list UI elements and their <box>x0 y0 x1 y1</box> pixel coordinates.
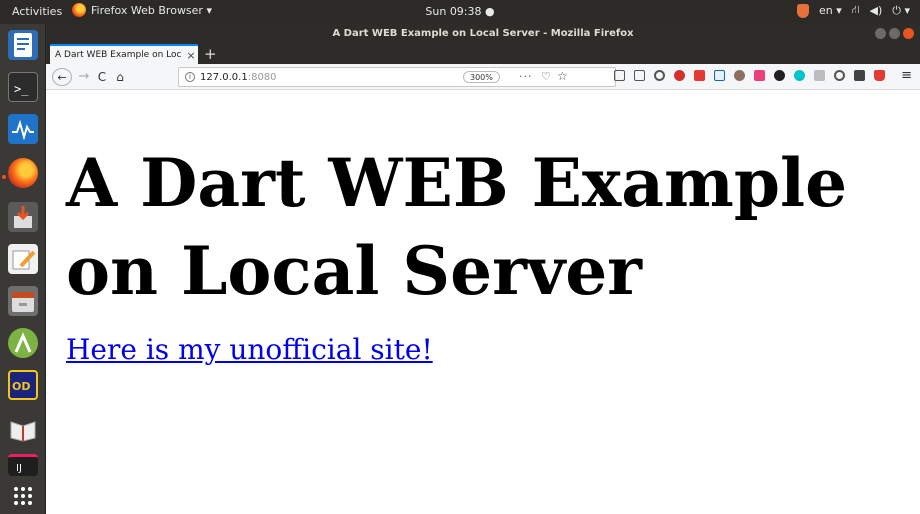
reload-button[interactable]: C <box>94 68 110 86</box>
page-heading: A Dart WEB Example on Local Server <box>66 139 896 315</box>
language-indicator[interactable]: en ▾ <box>819 4 842 17</box>
screenshot-icon[interactable] <box>714 70 725 81</box>
extension-rec-icon[interactable] <box>694 70 705 81</box>
extension-pink-icon[interactable] <box>754 70 765 81</box>
window-controls <box>875 28 914 39</box>
unofficial-site-link[interactable]: Here is my unofficial site! <box>66 333 433 366</box>
maximize-button[interactable] <box>889 28 900 39</box>
extension-red-icon[interactable] <box>674 70 685 81</box>
show-applications-icon[interactable] <box>8 484 38 514</box>
system-tray[interactable]: en ▾ ⛙ ◀) ⏻ ▾ <box>797 3 910 18</box>
pocket-icon[interactable]: ♡ <box>541 70 551 83</box>
minimize-button[interactable] <box>875 28 886 39</box>
firefox-icon <box>72 3 86 17</box>
page-content: A Dart WEB Example on Local Server Here … <box>46 91 920 514</box>
dock: >_ OD IJ <box>0 24 46 514</box>
top-panel: Activities Firefox Web Browser ▾ Sun 09:… <box>0 0 920 24</box>
terminal-icon[interactable]: >_ <box>8 72 38 102</box>
dart-app-icon[interactable]: OD <box>8 370 38 400</box>
text-editor-icon[interactable] <box>8 244 38 274</box>
zoom-level-badge[interactable]: 300% <box>463 71 500 83</box>
page-actions-icon[interactable]: ··· <box>519 70 533 83</box>
svg-text:>_: >_ <box>14 82 29 96</box>
tab-close-icon[interactable]: × <box>184 49 198 62</box>
page-heading-line1: A Dart WEB Example <box>66 144 848 222</box>
extension-teal-icon[interactable] <box>794 70 805 81</box>
bookmark-star-icon[interactable]: ☆ <box>557 69 568 83</box>
window-title: A Dart WEB Example on Local Server - Moz… <box>332 28 634 39</box>
sidebar-icon[interactable] <box>634 70 645 81</box>
activities-button[interactable]: Activities <box>12 5 62 18</box>
active-app-indicator <box>2 175 6 179</box>
extension-brown-icon[interactable] <box>734 70 745 81</box>
back-button[interactable]: ← <box>52 68 72 86</box>
url-host: 127.0.0.1 <box>200 71 248 83</box>
android-studio-icon[interactable] <box>8 328 38 358</box>
book-reader-icon[interactable] <box>8 414 38 444</box>
globe-icon[interactable] <box>834 70 845 81</box>
volume-icon[interactable]: ◀) <box>870 4 883 17</box>
shield-icon[interactable] <box>797 3 809 18</box>
libreoffice-writer-icon[interactable] <box>8 30 38 60</box>
tab-strip: A Dart WEB Example on Loc × + <box>46 44 920 64</box>
tab-title: A Dart WEB Example on Loc <box>55 50 182 60</box>
forward-button[interactable]: → <box>76 68 92 86</box>
youtube-icon[interactable] <box>874 70 885 81</box>
account-icon[interactable] <box>654 70 665 81</box>
network-icon[interactable]: ⛙ <box>852 3 860 18</box>
new-tab-button[interactable]: + <box>204 45 217 63</box>
window-title-bar: A Dart WEB Example on Local Server - Moz… <box>46 24 920 44</box>
site-info-icon[interactable]: i <box>185 72 195 82</box>
close-window-button[interactable] <box>903 28 914 39</box>
library-icon[interactable] <box>614 70 625 81</box>
home-button[interactable]: ⌂ <box>112 68 128 86</box>
power-icon[interactable]: ⏻ ▾ <box>892 4 910 18</box>
navigation-toolbar: ← → C ⌂ i 127.0.0.1:8080 300% ··· ♡ ☆ ≡ <box>46 64 920 90</box>
clock[interactable]: Sun 09:38 ● <box>425 5 494 18</box>
intellij-icon[interactable]: IJ <box>8 454 38 476</box>
tab-active[interactable]: A Dart WEB Example on Loc × <box>50 44 198 64</box>
system-monitor-icon[interactable] <box>8 114 38 144</box>
files-icon[interactable] <box>8 286 38 316</box>
app-menu[interactable]: Firefox Web Browser ▾ <box>72 3 212 17</box>
svg-text:OD: OD <box>12 380 30 393</box>
hamburger-menu-icon[interactable]: ≡ <box>901 68 912 83</box>
installer-icon[interactable] <box>8 202 38 232</box>
firefox-icon[interactable] <box>8 158 38 188</box>
page-heading-line2: on Local Server <box>66 232 642 310</box>
extension-dark-icon[interactable] <box>774 70 785 81</box>
url-bar[interactable]: i 127.0.0.1:8080 300% ··· ♡ ☆ <box>178 67 616 87</box>
extension-square-icon[interactable] <box>854 70 865 81</box>
app-menu-label: Firefox Web Browser ▾ <box>91 3 212 17</box>
url-port: :8080 <box>247 71 277 83</box>
extension-grey-icon[interactable] <box>814 70 825 81</box>
svg-text:IJ: IJ <box>16 463 22 474</box>
